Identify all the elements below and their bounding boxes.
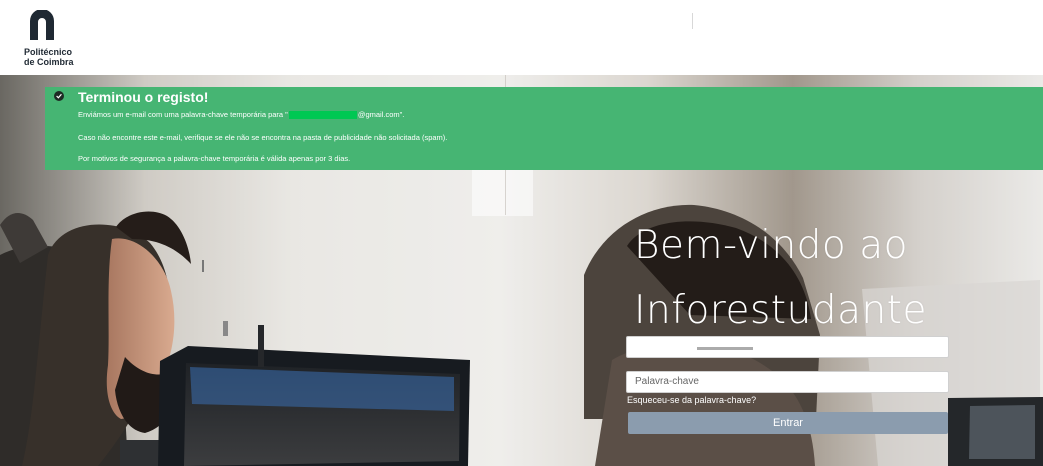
login-button[interactable]: Entrar	[628, 412, 948, 434]
alert-line-email-prefix: Enviámos um e-mail com uma palavra-chave…	[78, 110, 288, 119]
welcome-line-2: Inforestudante	[634, 288, 927, 333]
alert-line-validity: Por motivos de segurança a palavra-chave…	[78, 154, 351, 163]
alert-line-email: Enviámos um e-mail com uma palavra-chave…	[78, 110, 405, 120]
check-icon	[56, 93, 62, 99]
header: Politécnico de Coimbra	[0, 0, 1043, 75]
header-divider	[692, 13, 693, 29]
brand-logo[interactable]: Politécnico de Coimbra	[24, 10, 96, 70]
brand-line-1: Politécnico	[24, 47, 73, 57]
registration-success-alert: Terminou o registo! Enviámos um e-mail c…	[45, 87, 1043, 170]
redacted-email	[288, 111, 357, 120]
redacted-email-value	[697, 347, 753, 350]
brand-name: Politécnico de Coimbra	[24, 47, 74, 67]
brand-line-2: de Coimbra	[24, 57, 74, 67]
check-circle-icon	[54, 91, 64, 101]
welcome-line-1: Bem-vindo ao	[634, 223, 908, 268]
email-field[interactable]	[626, 336, 949, 358]
alert-title: Terminou o registo!	[78, 89, 209, 105]
welcome-heading: Bem-vindo ao Inforestudante	[634, 213, 927, 343]
alert-line-email-suffix: @gmail.com".	[357, 110, 405, 119]
forgot-password-link[interactable]: Esqueceu-se da palavra-chave?	[627, 395, 756, 405]
alert-line-spam: Caso não encontre este e-mail, verifique…	[78, 133, 448, 142]
password-field[interactable]: Palavra-chave	[626, 371, 949, 393]
arch-logo-icon	[30, 10, 54, 40]
